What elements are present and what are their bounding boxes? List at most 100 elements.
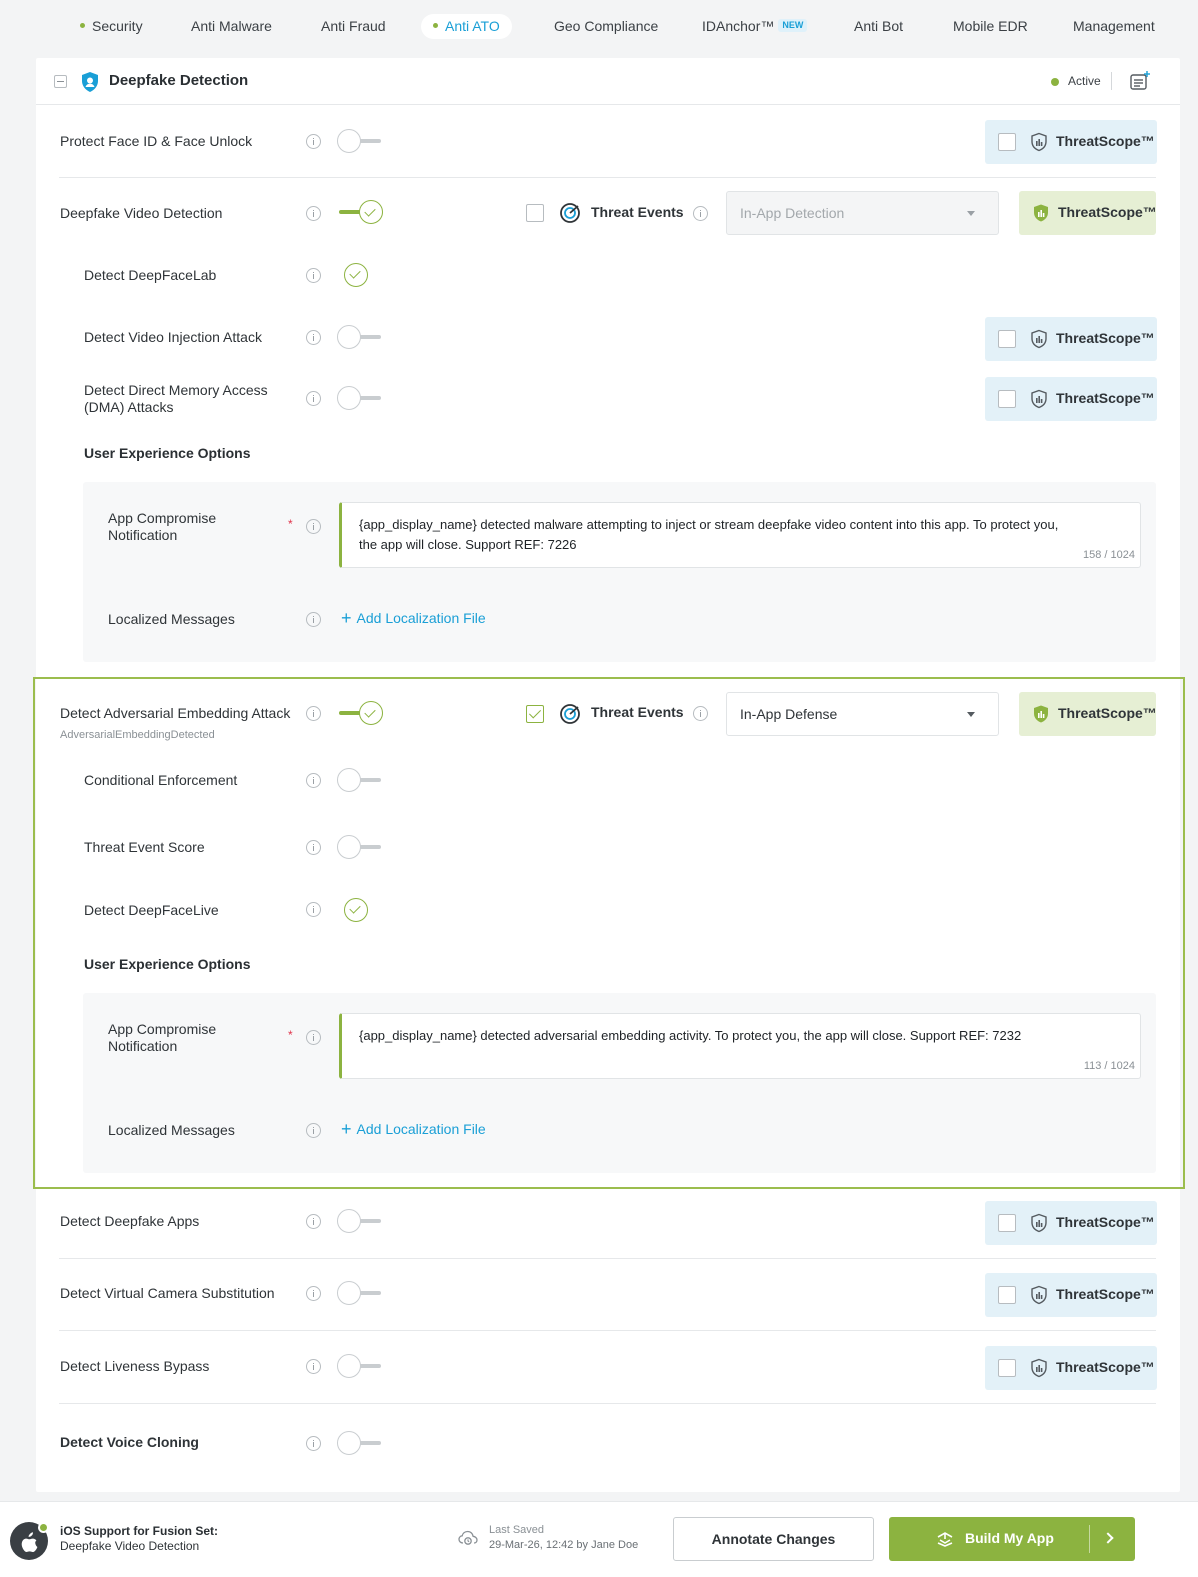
tab-anti-fraud[interactable]: Anti Fraud	[321, 14, 386, 39]
notification-message-text: {app_display_name} detected adversarial …	[359, 1028, 1022, 1043]
threatscope-checkbox[interactable]	[998, 133, 1016, 151]
tab-label: Anti Bot	[854, 18, 904, 34]
voice-cloning-label: Detect Voice Cloning	[60, 1434, 199, 1450]
notification-label-line1: App Compromise	[108, 510, 217, 526]
threat-event-score-label: Threat Event Score	[84, 839, 205, 855]
info-icon[interactable]	[306, 330, 321, 345]
chevron-right-icon[interactable]	[1102, 1532, 1114, 1544]
threatscope-checkbox[interactable]	[998, 390, 1016, 408]
voice-cloning-toggle[interactable]	[337, 1431, 383, 1455]
threatscope-label: ThreatScope™	[1058, 705, 1157, 721]
tab-mobile-edr[interactable]: Mobile EDR	[953, 14, 1028, 39]
virtual-camera-threatscope: ThreatScope™	[985, 1273, 1157, 1317]
tab-anti-bot[interactable]: Anti Bot	[854, 14, 903, 39]
info-icon[interactable]	[306, 206, 321, 221]
threat-event-score-toggle[interactable]	[337, 835, 383, 859]
add-localization-link[interactable]: + Add Localization File	[341, 1119, 486, 1141]
threat-events-checkbox[interactable]	[526, 204, 544, 222]
info-icon[interactable]	[306, 706, 321, 721]
info-icon[interactable]	[306, 1123, 321, 1138]
adversarial-toggle[interactable]	[337, 701, 383, 725]
info-icon[interactable]	[306, 840, 321, 855]
adversarial-label: Detect Adversarial Embedding Attack	[60, 705, 291, 721]
deepfake-apps-toggle[interactable]	[337, 1209, 383, 1233]
info-icon[interactable]	[306, 391, 321, 406]
info-icon[interactable]	[693, 706, 708, 721]
adversarial-threatscope[interactable]: ThreatScope™	[1019, 692, 1157, 736]
threat-events-checkbox[interactable]	[526, 705, 544, 723]
threatscope-shield-icon	[1031, 329, 1047, 349]
chevron-down-icon	[967, 712, 975, 717]
annotate-changes-button[interactable]: Annotate Changes	[673, 1517, 874, 1561]
tab-management[interactable]: Management	[1073, 14, 1155, 39]
deepfake-video-toggle[interactable]	[337, 200, 383, 224]
info-icon[interactable]	[306, 1030, 321, 1045]
deepfake-video-label: Deepfake Video Detection	[60, 205, 223, 221]
video-injection-toggle[interactable]	[337, 325, 383, 349]
info-icon[interactable]	[306, 612, 321, 627]
add-localization-label: Add Localization File	[356, 610, 486, 627]
liveness-bypass-label: Detect Liveness Bypass	[60, 1358, 210, 1374]
dma-label-line1: Detect Direct Memory Access	[84, 382, 268, 398]
dma-toggle[interactable]	[337, 386, 383, 410]
threatscope-checkbox[interactable]	[998, 330, 1016, 348]
add-localization-link[interactable]: + Add Localization File	[341, 608, 486, 630]
tab-anti-malware[interactable]: Anti Malware	[191, 14, 272, 39]
virtual-camera-toggle[interactable]	[337, 1281, 383, 1305]
info-icon[interactable]	[306, 1214, 321, 1229]
response-value: In-App Detection	[740, 205, 845, 221]
dma-label-line2: (DMA) Attacks	[84, 399, 174, 415]
info-icon[interactable]	[306, 1436, 321, 1451]
threatscope-checkbox[interactable]	[998, 1286, 1016, 1304]
response-value: In-App Defense	[740, 706, 838, 722]
required-mark: *	[288, 1028, 293, 1042]
deepfacelive-check[interactable]	[344, 898, 368, 922]
deepfake-video-threatscope[interactable]: ThreatScope™	[1019, 191, 1157, 235]
info-icon[interactable]	[306, 1286, 321, 1301]
threatscope-shield-icon	[1031, 1358, 1047, 1378]
tab-label: Anti Fraud	[321, 18, 386, 34]
threatscope-checkbox[interactable]	[998, 1214, 1016, 1232]
info-icon[interactable]	[306, 902, 321, 917]
response-select[interactable]: In-App Detection	[726, 191, 999, 235]
threat-events-label: Threat Events	[591, 704, 684, 720]
divider	[59, 1403, 1156, 1404]
notification-message-input[interactable]: {app_display_name} detected adversarial …	[339, 1013, 1141, 1079]
deepfacelab-check[interactable]	[344, 263, 368, 287]
tab-security[interactable]: Security	[80, 14, 143, 39]
card-header: Deepfake Detection Active	[36, 58, 1180, 105]
response-select[interactable]: In-App Defense	[726, 692, 999, 736]
notification-message-input[interactable]: {app_display_name} detected malware atte…	[339, 502, 1141, 568]
conditional-enforcement-toggle[interactable]	[337, 768, 383, 792]
tab-idanchor[interactable]: IDAnchor™ NEW	[702, 14, 808, 39]
build-my-app-button[interactable]: Build My App	[889, 1517, 1135, 1561]
tab-anti-ato[interactable]: Anti ATO	[421, 14, 512, 39]
add-localization-label: Add Localization File	[356, 1121, 486, 1138]
info-icon[interactable]	[306, 134, 321, 149]
new-badge: NEW	[778, 18, 808, 32]
tab-geo-compliance[interactable]: Geo Compliance	[554, 14, 658, 39]
threatscope-shield-icon	[1034, 705, 1048, 723]
add-note-icon[interactable]	[1129, 70, 1151, 92]
info-icon[interactable]	[306, 268, 321, 283]
collapse-icon[interactable]	[54, 75, 67, 88]
face-id-toggle[interactable]	[337, 129, 383, 153]
info-icon[interactable]	[693, 206, 708, 221]
threatscope-checkbox[interactable]	[998, 1359, 1016, 1377]
deepfacelab-label: Detect DeepFaceLab	[84, 267, 217, 283]
info-icon[interactable]	[306, 519, 321, 534]
threatscope-shield-icon	[1031, 132, 1047, 152]
char-counter: 158 / 1024	[1083, 549, 1135, 561]
divider	[59, 177, 1156, 178]
notification-message-text: {app_display_name} detected malware atte…	[359, 517, 1059, 552]
threat-events-radar-icon	[560, 203, 580, 223]
face-id-label: Protect Face ID & Face Unlock	[60, 133, 253, 149]
virtual-camera-label: Detect Virtual Camera Substitution	[60, 1285, 275, 1301]
threatscope-label: ThreatScope™	[1056, 1286, 1155, 1302]
localized-messages-label: Localized Messages	[108, 1122, 235, 1138]
footer-bar: iOS Support for Fusion Set: Deepfake Vid…	[0, 1501, 1198, 1577]
liveness-bypass-toggle[interactable]	[337, 1354, 383, 1378]
localized-messages-label: Localized Messages	[108, 611, 235, 627]
info-icon[interactable]	[306, 1359, 321, 1374]
info-icon[interactable]	[306, 773, 321, 788]
